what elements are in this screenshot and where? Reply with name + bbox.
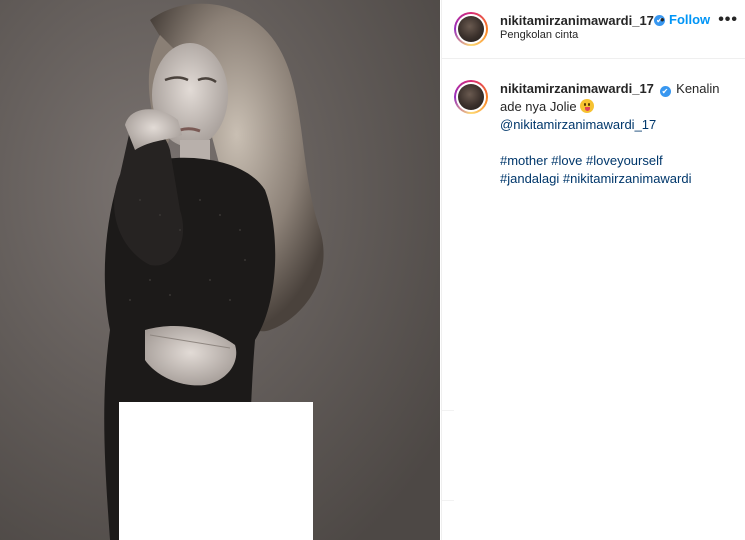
avatar[interactable] <box>454 12 488 46</box>
separator-dot: • <box>660 12 665 27</box>
hashtags-line2[interactable]: #jandalagi #nikitamirzanimawardi <box>500 171 691 186</box>
avatar-image <box>458 84 484 110</box>
follow-button[interactable]: Follow <box>669 12 710 27</box>
caption-text-line1: Kenalin <box>676 81 720 96</box>
caption: nikitamirzanimawardi_17 ✔ Kenalin ade ny… <box>500 80 740 188</box>
location-link[interactable]: Pengkolan cinta <box>500 29 578 41</box>
post-image[interactable] <box>0 0 440 540</box>
header-username[interactable]: nikitamirzanimawardi_17 <box>500 13 654 28</box>
divider <box>442 410 454 411</box>
tongue-out-emoji-icon <box>579 99 594 113</box>
caption-text-line2: ade nya Jolie <box>500 99 577 114</box>
caption-avatar[interactable] <box>454 80 488 114</box>
post-header: nikitamirzanimawardi_17 ✔ • Follow Pengk… <box>442 0 745 59</box>
post-sidebar: nikitamirzanimawardi_17 ✔ • Follow Pengk… <box>441 0 745 540</box>
avatar-image <box>458 16 484 42</box>
more-options-icon[interactable]: ••• <box>718 11 738 29</box>
redaction-box <box>119 402 313 540</box>
hashtags-line1[interactable]: #mother #love #loveyourself <box>500 153 663 168</box>
mention-link[interactable]: @nikitamirzanimawardi_17 <box>500 117 656 132</box>
caption-username[interactable]: nikitamirzanimawardi_17 <box>500 81 654 96</box>
divider <box>442 500 454 501</box>
verified-badge-icon: ✔ <box>659 86 671 97</box>
